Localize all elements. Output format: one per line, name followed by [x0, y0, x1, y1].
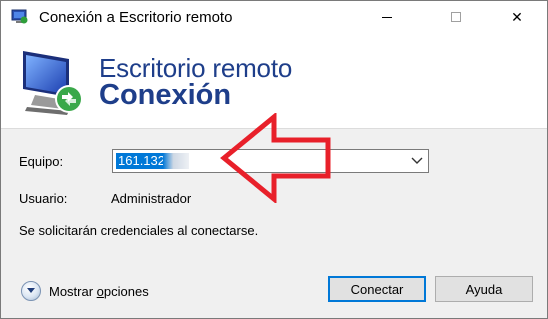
- username-label: Usuario:: [19, 191, 68, 206]
- show-options-label[interactable]: Mostrar opciones: [49, 284, 149, 299]
- computer-input-value: 161.132: [118, 153, 165, 168]
- computer-label: Equipo:: [19, 154, 64, 169]
- chevron-down-icon[interactable]: [411, 156, 423, 166]
- banner-title-line2: Conexión: [99, 79, 232, 111]
- minimize-button[interactable]: [364, 1, 410, 33]
- maximize-button[interactable]: [433, 1, 479, 33]
- window-title: Conexión a Escritorio remoto: [39, 9, 233, 26]
- close-button[interactable]: ✕: [494, 1, 540, 33]
- minimize-icon: [382, 16, 392, 18]
- show-options-toggle[interactable]: Mostrar opciones: [21, 280, 149, 302]
- computer-input-selection[interactable]: 161.132: [116, 153, 189, 169]
- maximize-icon: [451, 12, 461, 22]
- credentials-notice: Se solicitarán credenciales al conectars…: [19, 223, 259, 238]
- title-bar[interactable]: Conexión a Escritorio remoto ✕: [1, 1, 547, 33]
- expand-circle-icon[interactable]: [21, 281, 41, 301]
- redacted-blur: [163, 153, 189, 169]
- connect-button[interactable]: Conectar: [328, 276, 426, 302]
- remote-desktop-icon: [11, 9, 28, 24]
- remote-desktop-monitor-icon: [23, 51, 83, 115]
- red-arrow-annotation: [220, 113, 331, 203]
- chevron-down-icon: [27, 288, 35, 293]
- username-value: Administrador: [111, 191, 192, 206]
- remote-desktop-connection-window: Conexión a Escritorio remoto ✕ Escritori…: [0, 0, 548, 319]
- close-icon: ✕: [511, 8, 523, 25]
- help-button[interactable]: Ayuda: [435, 276, 533, 302]
